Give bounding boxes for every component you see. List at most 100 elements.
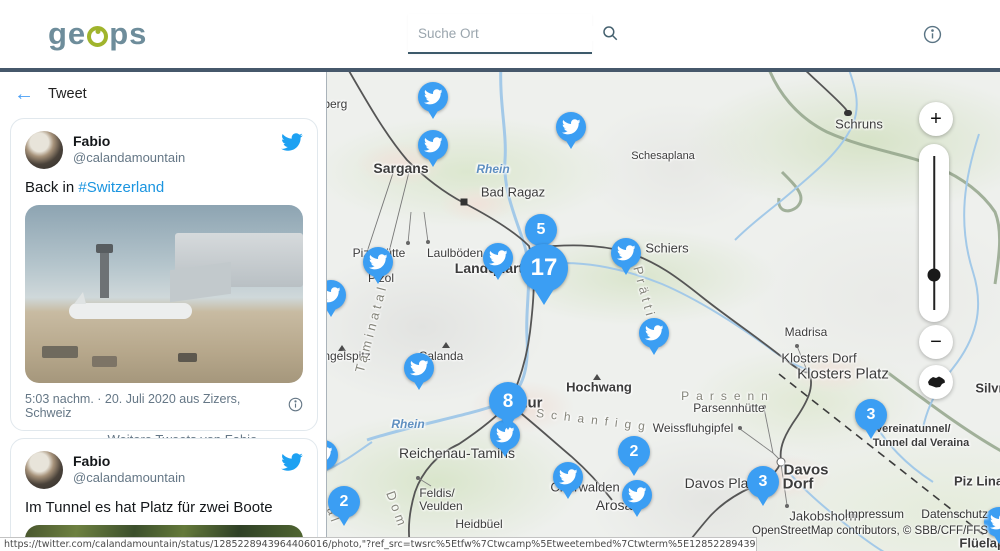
cluster-count: 2 (340, 494, 349, 510)
tweet-handle: @calandamountain (73, 470, 185, 485)
pin-tail (427, 109, 439, 119)
tweet-info-icon[interactable] (288, 397, 303, 415)
tweet-pin[interactable] (622, 480, 652, 510)
cluster-pin[interactable]: 8 (489, 382, 527, 420)
pin-tail (757, 496, 769, 506)
logo-text-pre: ge (48, 16, 86, 52)
pin-tail (993, 534, 1000, 544)
cluster-count: 3 (867, 407, 876, 423)
tweet-photo[interactable] (25, 205, 303, 383)
tweet-author: Fabio (73, 453, 185, 469)
twitter-bird-icon (424, 89, 443, 105)
twitter-icon[interactable] (281, 453, 303, 476)
tweet-pin[interactable] (639, 318, 669, 348)
app-header: ge ps (0, 0, 1000, 68)
tweet-pin[interactable] (404, 353, 434, 383)
zoom-in-button[interactable]: + (919, 102, 953, 136)
tweet-text: Im Tunnel es hat Platz für zwei Boote (25, 499, 303, 516)
tweet-pin[interactable] (326, 280, 346, 310)
cluster-pin[interactable]: 5 (525, 214, 557, 246)
twitter-bird-icon (617, 245, 636, 261)
zoom-out-button[interactable]: − (919, 325, 953, 359)
search-box (408, 14, 592, 54)
ground-vehicle (178, 353, 197, 362)
tweet-card: Fabio @calandamountain Im Tunnel es hat … (10, 438, 318, 551)
tweet-timestamp[interactable]: 5:03 nachm. · 20. Juli 2020 aus Zizers, … (25, 392, 288, 420)
copyright-text: OpenStreetMap contributors, © SBB/CFF/FF… (752, 525, 988, 537)
tweet-pin[interactable] (483, 243, 513, 273)
geops-logo[interactable]: ge ps (48, 16, 147, 52)
search-input[interactable] (408, 26, 601, 41)
zoom-slider-track (933, 156, 935, 310)
pin-tail (413, 380, 425, 390)
search-icon[interactable] (601, 24, 619, 42)
logo-o-icon (87, 26, 108, 47)
pin-tail (865, 429, 877, 439)
twitter-bird-icon (326, 447, 332, 463)
switzerland-extent-icon (926, 375, 946, 389)
pin-tail (499, 447, 511, 457)
pin-tail (562, 489, 574, 499)
status-bar: https://twitter.com/calandamountain/stat… (0, 537, 757, 551)
app-window: ge ps ← Tweet (0, 0, 1000, 551)
pin-tail (631, 507, 643, 517)
pin-tail (372, 274, 384, 284)
panel-header: ← Tweet (0, 72, 326, 116)
impressum-link[interactable]: Impressum (845, 507, 904, 521)
cluster-pin[interactable]: 2 (618, 436, 650, 468)
twitter-bird-icon (562, 119, 581, 135)
ground-vehicle (92, 356, 117, 367)
zoom-slider[interactable] (919, 144, 949, 322)
cluster-count: 5 (537, 222, 546, 238)
tweet-panel: ← Tweet Fabio @calandamountain Back in #… (0, 72, 326, 551)
pin-tail (628, 466, 640, 476)
cluster-count: 2 (630, 444, 639, 460)
tweet-pin[interactable] (418, 130, 448, 160)
header-divider (0, 68, 1000, 72)
twitter-bird-icon (326, 287, 340, 303)
pin-tail (534, 289, 554, 305)
tweet-pin[interactable] (556, 112, 586, 142)
pin-tail (620, 265, 632, 275)
pin-tail (326, 307, 337, 317)
ground-vehicle (42, 346, 78, 358)
cluster-pin[interactable]: 3 (747, 466, 779, 498)
control-tower (100, 251, 109, 297)
zoom-slider-thumb[interactable] (928, 269, 941, 282)
tweet-pin[interactable] (553, 462, 583, 492)
hashtag-link[interactable]: #Switzerland (78, 179, 164, 196)
tweet-pin[interactable] (326, 440, 338, 470)
extent-button[interactable] (919, 365, 953, 399)
back-button[interactable]: ← (14, 83, 44, 106)
twitter-bird-icon (424, 137, 443, 153)
tweet-pin[interactable] (363, 247, 393, 277)
tweet-author: Fabio (73, 133, 185, 149)
pin-tail (501, 418, 515, 430)
twitter-icon[interactable] (281, 133, 303, 156)
cluster-count: 3 (759, 474, 768, 490)
datenschutz-link[interactable]: Datenschutz (921, 507, 988, 521)
cluster-pin[interactable]: 2 (328, 486, 360, 518)
pin-tail (492, 270, 504, 280)
map[interactable]: erbergSargansRheinBad RagazSchrunsSchesa… (326, 72, 1000, 551)
tweet-text: Back in #Switzerland (25, 179, 303, 196)
cluster-count: 17 (531, 256, 558, 280)
twitter-bird-icon (369, 254, 388, 270)
twitter-bird-icon (559, 469, 578, 485)
pin-tail (338, 516, 350, 526)
panel-title: Tweet (48, 86, 87, 102)
tweet-pin[interactable] (611, 238, 641, 268)
cluster-pin[interactable]: 17 (520, 244, 568, 292)
cluster-count: 8 (503, 392, 514, 411)
cluster-pin[interactable]: 3 (855, 399, 887, 431)
avatar (25, 451, 63, 489)
twitter-bird-icon (628, 487, 647, 503)
pin-tail (427, 157, 439, 167)
pin-tail (648, 345, 660, 355)
twitter-bird-icon (410, 360, 429, 376)
pin-tail (326, 467, 329, 477)
info-icon[interactable] (923, 25, 942, 44)
tweet-pin[interactable] (418, 82, 448, 112)
twitter-bird-icon (990, 514, 1000, 530)
twitter-bird-icon (489, 250, 508, 266)
